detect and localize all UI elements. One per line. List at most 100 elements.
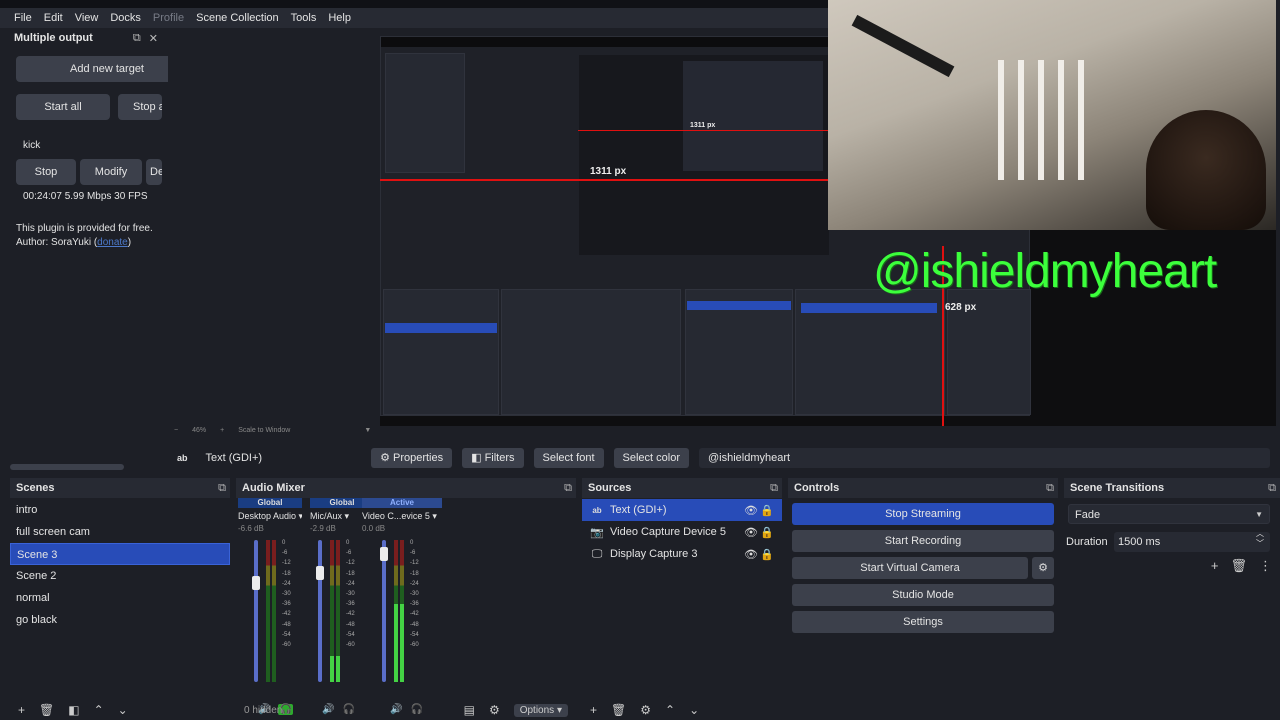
- scene-item-scene-3[interactable]: Scene 3: [10, 543, 230, 565]
- add-icon[interactable]: +: [1211, 558, 1219, 574]
- select-color-button[interactable]: Select color: [613, 448, 689, 468]
- options-button[interactable]: Options ▾: [513, 703, 568, 717]
- float-icon[interactable]: ⧉: [564, 482, 572, 495]
- float-icon[interactable]: ⧉: [218, 482, 226, 495]
- float-icon[interactable]: ⧉: [770, 482, 778, 495]
- layout-icon[interactable]: ▤: [464, 703, 475, 717]
- lock-icon[interactable]: 🔒: [760, 526, 774, 539]
- horizontal-scrollbar[interactable]: [10, 464, 124, 470]
- text-value[interactable]: @ishieldmyheart: [699, 448, 1270, 468]
- start-all-button[interactable]: Start all: [16, 94, 110, 120]
- meter-fill: [336, 656, 340, 682]
- scenes-title: Scenes: [16, 482, 55, 494]
- scene-item-normal[interactable]: normal: [10, 587, 230, 609]
- gear-icon[interactable]: ⚙: [640, 703, 651, 717]
- menu-tools[interactable]: Tools: [285, 12, 323, 24]
- studio-mode-button[interactable]: Studio Mode: [792, 584, 1054, 606]
- mixer-titlebar: Audio Mixer ⧉: [236, 478, 576, 498]
- virtual-camera-settings-button[interactable]: ⚙: [1032, 557, 1054, 579]
- volume-fader[interactable]: [382, 540, 386, 682]
- float-icon[interactable]: ⧉: [1046, 482, 1054, 495]
- duration-value: 1500 ms: [1118, 536, 1161, 548]
- db-scale-tick: -6: [410, 550, 416, 557]
- eye-icon[interactable]: 👁: [744, 504, 758, 517]
- menu-view[interactable]: View: [69, 12, 105, 24]
- scene-item-intro[interactable]: intro: [10, 499, 230, 521]
- target-stop-button[interactable]: Stop: [16, 159, 76, 185]
- mixer-channel-video: Active Video C...evice 5 ▾ 0.0 dB 0 -6 -12…: [362, 498, 442, 715]
- duration-input[interactable]: 1500 ms ︿ ﹀: [1114, 529, 1270, 552]
- stop-streaming-button[interactable]: Stop Streaming: [792, 503, 1054, 525]
- zoom-in-icon[interactable]: +: [220, 427, 224, 434]
- chevron-down-icon[interactable]: ⌄: [689, 703, 699, 717]
- settings-button[interactable]: Settings: [792, 611, 1054, 633]
- target-delete-button[interactable]: De: [146, 159, 162, 185]
- source-item-display-capture[interactable]: 🖵 Display Capture 3 👁 🔒: [582, 543, 782, 565]
- px-label-inner: 1311 px: [690, 122, 716, 129]
- float-icon[interactable]: ⧉: [1268, 482, 1276, 495]
- menu-file[interactable]: File: [8, 12, 38, 24]
- source-item-text[interactable]: ab Text (GDI+) 👁 🔒: [582, 499, 782, 521]
- source-item-video-capture[interactable]: 📷 Video Capture Device 5 👁 🔒: [582, 521, 782, 543]
- level-meter: [266, 540, 270, 682]
- start-recording-button[interactable]: Start Recording: [792, 530, 1054, 552]
- trash-icon[interactable]: 🗑: [1230, 558, 1247, 574]
- gear-icon[interactable]: ⚙: [489, 703, 500, 717]
- more-icon[interactable]: ⋮: [1259, 558, 1272, 574]
- scene-item-full-screen-cam[interactable]: full screen cam: [10, 521, 230, 543]
- railing: [1058, 60, 1064, 180]
- properties-button[interactable]: ⚙ Properties: [371, 448, 453, 468]
- chevron-up-icon[interactable]: ⌃: [665, 703, 675, 717]
- controls-body: Stop Streaming Start Recording Start Vir…: [788, 498, 1058, 700]
- channel-name[interactable]: Desktop Audio ▾: [238, 508, 302, 524]
- channel-db: -6.6 dB: [238, 524, 264, 533]
- eye-icon[interactable]: 👁: [744, 526, 758, 539]
- source-name: Text (GDI+): [205, 452, 263, 464]
- channel-name[interactable]: Video C...evice 5 ▾: [362, 508, 442, 524]
- target-modify-button[interactable]: Modify: [80, 159, 142, 185]
- target-name: kick: [23, 140, 41, 151]
- scenes-footer: + 🗑 ◧ ⌃ ⌄: [10, 700, 230, 720]
- fader-knob[interactable]: [380, 547, 388, 562]
- menu-help[interactable]: Help: [322, 12, 357, 24]
- sources-titlebar: Sources ⧉: [582, 478, 782, 498]
- trash-icon[interactable]: 🗑: [611, 703, 626, 717]
- chevron-down-icon[interactable]: ⌄: [118, 703, 128, 717]
- add-icon[interactable]: +: [18, 703, 25, 717]
- fader-knob[interactable]: [252, 575, 260, 590]
- add-icon[interactable]: +: [590, 703, 597, 717]
- channel-name-text: Video C...evice 5: [362, 511, 430, 521]
- scene-item-scene-2[interactable]: Scene 2: [10, 565, 230, 587]
- chevron-up-icon[interactable]: ⌃: [94, 703, 104, 717]
- donate-link[interactable]: donate: [97, 237, 128, 248]
- transition-select[interactable]: Fade ▼: [1068, 504, 1270, 524]
- float-icon[interactable]: ⧉: [133, 32, 141, 45]
- person: [1146, 110, 1266, 230]
- volume-fader[interactable]: [254, 540, 258, 682]
- filters-button[interactable]: ◧ Filters: [462, 448, 524, 468]
- lock-icon[interactable]: 🔒: [760, 504, 774, 517]
- select-font-button[interactable]: Select font: [533, 448, 604, 468]
- hidden-count[interactable]: 0 hidden: [244, 705, 282, 716]
- lock-icon[interactable]: 🔒: [760, 548, 774, 561]
- eye-icon[interactable]: 👁: [744, 548, 758, 561]
- stop-all-button[interactable]: Stop a: [118, 94, 162, 120]
- zoom-out-icon[interactable]: −: [174, 427, 178, 434]
- scale-mode[interactable]: Scale to Window: [238, 427, 290, 434]
- db-scale-tick: -30: [282, 591, 291, 598]
- volume-fader[interactable]: [318, 540, 322, 682]
- menu-docks[interactable]: Docks: [104, 12, 147, 24]
- start-virtual-camera-button[interactable]: Start Virtual Camera: [792, 557, 1028, 579]
- trash-icon[interactable]: 🗑: [39, 703, 54, 717]
- menu-edit[interactable]: Edit: [38, 12, 69, 24]
- menu-scene-collection[interactable]: Scene Collection: [190, 12, 285, 24]
- fader-knob[interactable]: [316, 565, 324, 580]
- close-icon[interactable]: ✕: [149, 32, 158, 45]
- menu-profile[interactable]: Profile: [147, 12, 190, 24]
- nested-preview-inner: [683, 61, 823, 171]
- filter-icon[interactable]: ◧: [68, 703, 79, 717]
- spinner-icon[interactable]: ︿ ﹀: [1256, 529, 1264, 549]
- preview-area[interactable]: 1311 px 628 px 1311 px − 46% + Scale to …: [168, 0, 1280, 434]
- chevron-down-icon[interactable]: ▼: [364, 427, 371, 434]
- scene-item-go-black[interactable]: go black: [10, 609, 230, 631]
